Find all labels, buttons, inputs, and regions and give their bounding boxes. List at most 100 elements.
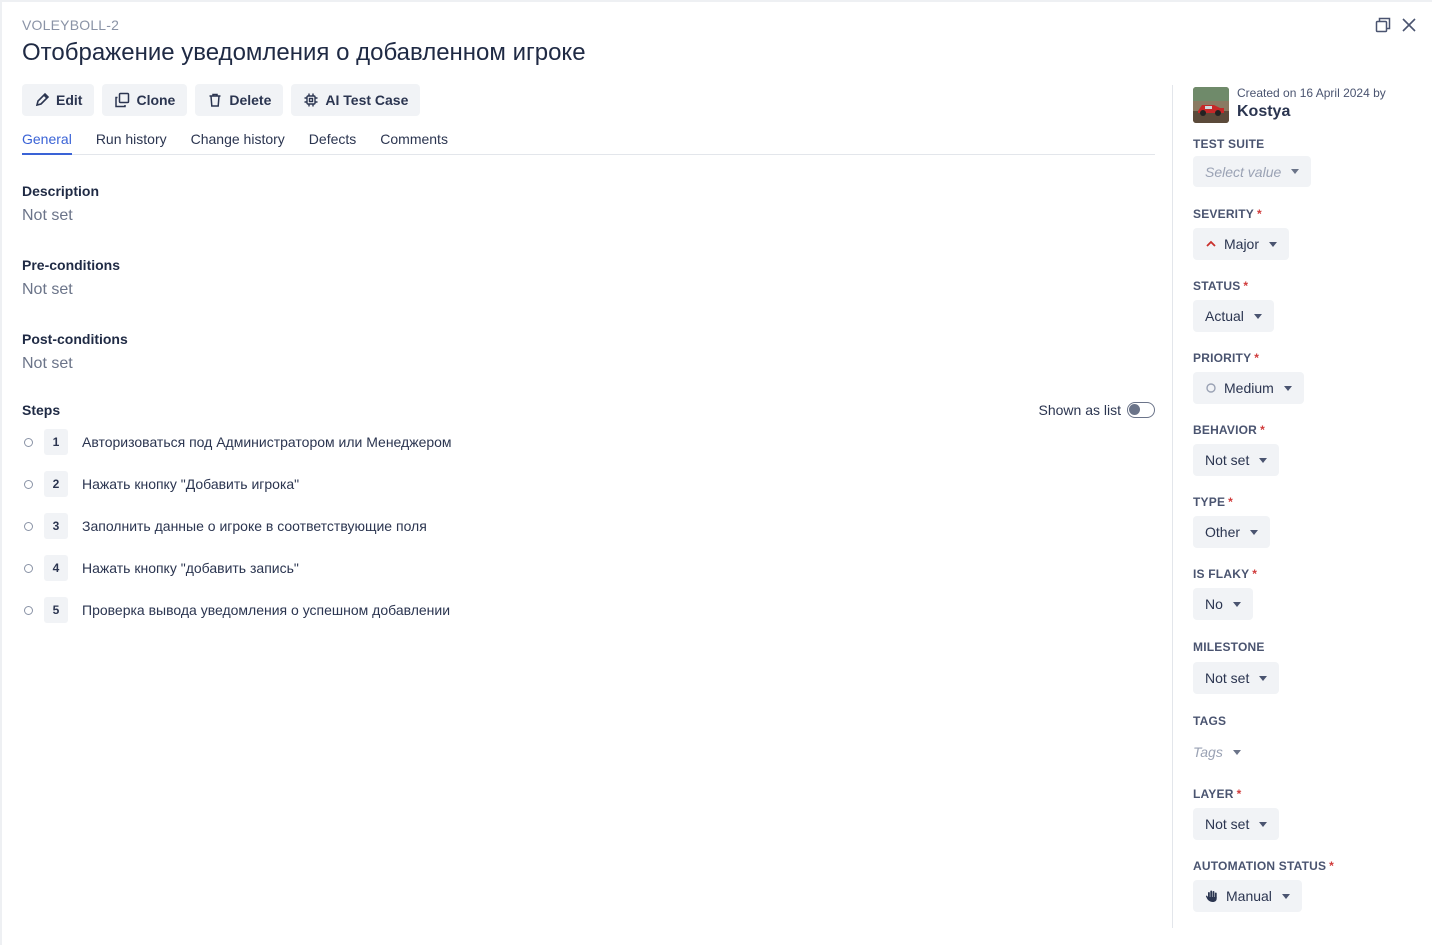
avatar[interactable]: [1193, 87, 1229, 123]
chevron-up-icon: [1206, 240, 1216, 247]
step-row: 3 Заполнить данные о игроке в соответств…: [22, 512, 452, 540]
layer-value: Not set: [1205, 816, 1250, 832]
tab-change-history[interactable]: Change history: [191, 128, 285, 155]
clone-button-label: Clone: [136, 92, 176, 108]
step-number: 2: [44, 471, 68, 497]
step-number: 1: [44, 429, 68, 455]
layer-select[interactable]: Not set: [1193, 808, 1280, 840]
chevron-down-icon: [1259, 821, 1268, 827]
tags-select[interactable]: Tags: [1193, 736, 1241, 768]
is-flaky-label: IS FLAKY *: [1193, 567, 1258, 581]
restore-icon: [1375, 17, 1391, 33]
behavior-select[interactable]: Not set: [1193, 444, 1280, 476]
chip-icon: [304, 93, 318, 107]
automation-status-select[interactable]: Manual: [1193, 880, 1302, 912]
circle-icon: [1206, 383, 1216, 393]
window-top-border: [0, 0, 1432, 2]
case-key: VOLEYBOLL-2: [22, 17, 120, 33]
delete-button-label: Delete: [229, 92, 272, 108]
properties-sidebar: Created on 16 April 2024 by Kostya TEST …: [1193, 84, 1418, 912]
delete-button[interactable]: Delete: [195, 84, 284, 116]
step-status-dot[interactable]: [24, 563, 33, 573]
step-row: 1 Авторизоваться под Администратором или…: [22, 428, 452, 456]
chevron-down-icon: [1269, 241, 1278, 247]
test-suite-value: Select value: [1205, 163, 1282, 180]
chevron-down-icon: [1250, 529, 1259, 535]
author-block: Created on 16 April 2024 by Kostya: [1193, 84, 1418, 123]
step-status-dot[interactable]: [24, 521, 33, 531]
priority-select[interactable]: Medium: [1193, 372, 1304, 404]
toggle-knob: [1129, 404, 1140, 415]
step-text: Нажать кнопку "добавить запись": [82, 560, 299, 576]
step-text: Нажать кнопку "Добавить игрока": [82, 476, 300, 492]
severity-value: Major: [1224, 236, 1260, 252]
chevron-down-icon: [1232, 749, 1241, 755]
close-icon: [1402, 18, 1416, 32]
is-flaky-select[interactable]: No: [1193, 588, 1253, 620]
steps-list: 1 Авторизоваться под Администратором или…: [22, 428, 452, 638]
test-suite-select[interactable]: Select value: [1193, 156, 1312, 187]
milestone-select[interactable]: Not set: [1193, 662, 1280, 694]
step-text: Авторизоваться под Администратором или М…: [82, 434, 452, 450]
status-value: Actual: [1205, 308, 1244, 324]
avatar-image: [1193, 87, 1229, 123]
type-value: Other: [1205, 524, 1241, 540]
preconditions-label: Pre-conditions: [22, 257, 121, 273]
is-flaky-value: No: [1205, 596, 1223, 612]
tab-bar: General Run history Change history Defec…: [22, 128, 1155, 155]
toolbar: Edit Clone Delete AI Test Case: [22, 84, 421, 116]
behavior-label: BEHAVIOR *: [1193, 423, 1265, 437]
status-select[interactable]: Actual: [1193, 300, 1274, 332]
hand-icon: [1205, 890, 1217, 902]
step-status-dot[interactable]: [24, 479, 33, 489]
description-value: Not set: [22, 207, 73, 224]
severity-select[interactable]: Major: [1193, 228, 1290, 260]
status-label: STATUS *: [1193, 279, 1249, 293]
tab-comments[interactable]: Comments: [380, 128, 448, 155]
shown-as-list-toggle-group: Shown as list: [1039, 402, 1155, 418]
step-number: 5: [44, 597, 68, 623]
shown-as-list-toggle[interactable]: [1127, 402, 1155, 418]
restore-button[interactable]: [1374, 16, 1392, 34]
page-title: Отображение уведомления о добавленном иг…: [22, 39, 586, 66]
chevron-down-icon: [1283, 385, 1292, 391]
layer-label: LAYER *: [1193, 787, 1242, 801]
steps-label: Steps: [22, 402, 61, 418]
postconditions-value: Not set: [22, 355, 73, 372]
clone-button[interactable]: Clone: [102, 84, 188, 116]
ai-test-case-button[interactable]: AI Test Case: [291, 84, 421, 116]
window-controls: [1374, 16, 1418, 34]
behavior-value: Not set: [1205, 452, 1250, 468]
tab-defects[interactable]: Defects: [309, 128, 356, 155]
edit-button-label: Edit: [56, 92, 83, 108]
milestone-value: Not set: [1205, 670, 1250, 686]
edit-button[interactable]: Edit: [22, 84, 95, 116]
close-button[interactable]: [1400, 16, 1418, 34]
trash-icon: [209, 93, 221, 107]
step-status-dot[interactable]: [24, 437, 33, 447]
step-row: 4 Нажать кнопку "добавить запись": [22, 554, 452, 582]
type-label: TYPE *: [1193, 495, 1234, 509]
step-row: 5 Проверка вывода уведомления о успешном…: [22, 596, 452, 624]
tags-label: TAGS: [1193, 714, 1227, 728]
automation-status-label: AUTOMATION STATUS *: [1193, 859, 1335, 873]
test-suite-label: TEST SUITE: [1193, 137, 1265, 151]
copy-icon: [115, 92, 130, 108]
step-text: Заполнить данные о игроке в соответствую…: [82, 518, 427, 534]
step-status-dot[interactable]: [24, 605, 33, 615]
step-text: Проверка вывода уведомления о успешном д…: [82, 602, 451, 618]
type-select[interactable]: Other: [1193, 516, 1271, 548]
ai-test-case-button-label: AI Test Case: [325, 92, 409, 108]
priority-value: Medium: [1224, 380, 1274, 396]
author-name[interactable]: Kostya: [1237, 103, 1386, 121]
severity-label: SEVERITY *: [1193, 207, 1262, 221]
tab-general[interactable]: General: [22, 128, 72, 155]
chevron-down-icon: [1253, 313, 1262, 319]
author-info: Created on 16 April 2024 by Kostya: [1237, 84, 1386, 121]
chevron-down-icon: [1281, 893, 1290, 899]
tab-run-history[interactable]: Run history: [96, 128, 167, 155]
priority-label: PRIORITY *: [1193, 351, 1260, 365]
postconditions-label: Post-conditions: [22, 331, 128, 347]
window-left-border: [0, 0, 2, 945]
created-info: Created on 16 April 2024 by: [1237, 86, 1386, 100]
